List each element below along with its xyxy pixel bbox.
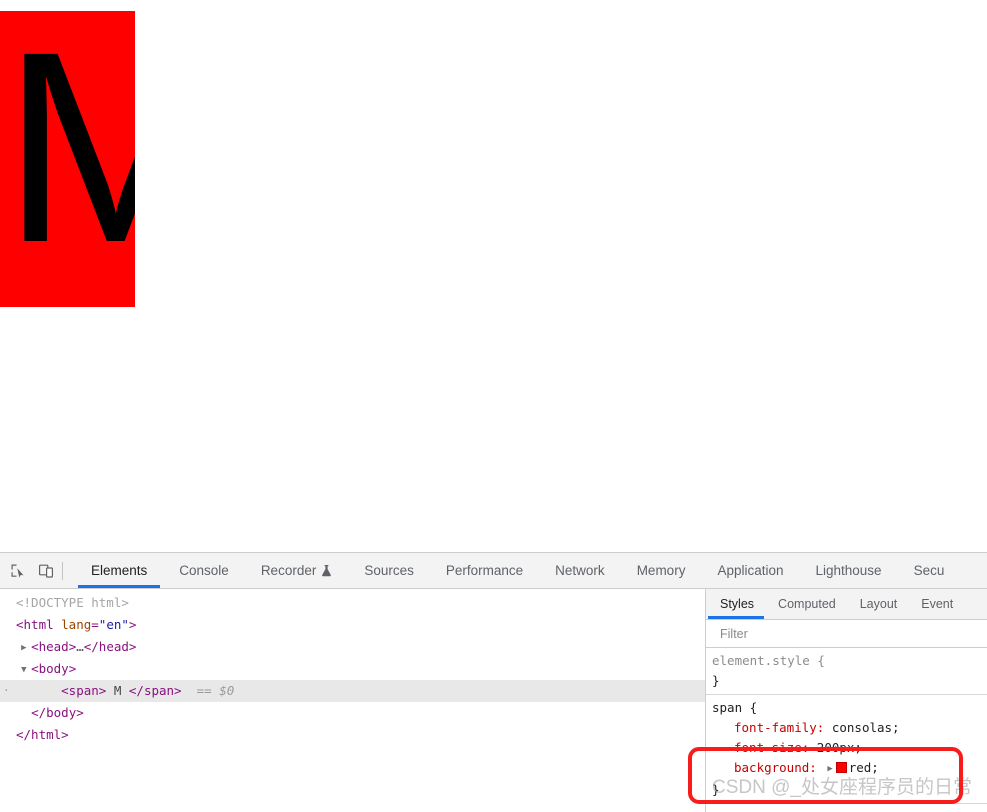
dom-row-indent (6, 661, 21, 676)
dom-token: > (128, 617, 137, 632)
dom-token: <!DOCTYPE html> (16, 595, 129, 610)
experiment-flask-icon (321, 564, 332, 577)
tab-lighthouse[interactable]: Lighthouse (800, 553, 898, 588)
dom-row-indent (6, 705, 21, 720)
tab-memory[interactable]: Memory (621, 553, 702, 588)
tab-security-label: Secu (913, 563, 945, 578)
devtools-tabs: Elements Console Recorder Sources Perfor… (75, 553, 960, 588)
tab-recorder[interactable]: Recorder (245, 553, 349, 588)
tab-sources[interactable]: Sources (348, 553, 430, 588)
devtools-tool-icons (0, 553, 75, 588)
tab-event-listeners[interactable]: Event (909, 589, 965, 619)
css-rules-list: element.style {} span {font-family: conso… (706, 648, 987, 804)
tab-styles-label: Styles (720, 597, 755, 611)
dom-tree-row-html-close[interactable]: </html> (0, 724, 705, 746)
css-property-value[interactable]: red; (849, 760, 879, 775)
dom-token: lang (61, 617, 92, 632)
css-declaration-background[interactable]: background: ▶ red; (712, 758, 987, 780)
css-rule-close-brace: } (712, 782, 720, 797)
dom-token: <html (16, 617, 62, 632)
css-rule-0[interactable]: element.style {} (706, 648, 987, 695)
css-declaration-font-size[interactable]: font-size: 200px; (712, 738, 987, 758)
dom-token: "en" (98, 617, 129, 632)
inspect-element-icon[interactable] (4, 557, 32, 585)
chevron-right-icon[interactable]: ▶ (824, 759, 835, 779)
viewport-top-margin (0, 0, 987, 11)
tab-performance-label: Performance (445, 563, 524, 578)
dom-token: <body> (31, 661, 77, 676)
dom-tree-row-body-open[interactable]: ▼ <body> (0, 658, 705, 680)
dom-tree-row-span-row[interactable]: · <span> M </span> == $0 (0, 680, 705, 702)
dom-token: </body> (31, 705, 84, 720)
dom-tree-row-head[interactable]: ▶ <head>…</head> (0, 636, 705, 658)
css-property-name[interactable]: background: (734, 760, 824, 775)
tab-application[interactable]: Application (701, 553, 799, 588)
css-property-name[interactable]: font-size: (734, 740, 817, 755)
dom-row-indent (6, 683, 51, 698)
tab-network[interactable]: Network (539, 553, 621, 588)
css-selector[interactable]: element.style { (712, 651, 987, 671)
device-toolbar-icon[interactable] (32, 557, 60, 585)
tab-elements[interactable]: Elements (75, 553, 163, 588)
tab-network-label: Network (555, 563, 605, 578)
styles-filter-input[interactable] (706, 619, 987, 648)
css-declaration-font-family[interactable]: font-family: consolas; (712, 718, 987, 738)
span-letter-m: M (2, 11, 135, 299)
css-property-value[interactable]: 200px; (817, 740, 862, 755)
dom-token: </html> (16, 727, 69, 742)
dom-token: $0 (219, 683, 235, 698)
dom-tree-row-body-close[interactable]: </body> (0, 702, 705, 724)
styles-filter-row (706, 619, 987, 648)
toolbar-divider (62, 561, 63, 580)
dom-tree-pane[interactable]: <!DOCTYPE html> <html lang="en"> ▶ <head>…… (0, 589, 705, 812)
chevron-right-icon[interactable]: ▶ (21, 637, 31, 659)
tab-recorder-label: Recorder (260, 563, 317, 578)
tab-sources-label: Sources (364, 563, 414, 578)
tab-layout-label: Layout (859, 597, 898, 611)
tab-layout[interactable]: Layout (848, 589, 910, 619)
dom-token: </head> (83, 639, 137, 654)
tab-elements-label: Elements (91, 563, 148, 578)
styles-pane: Styles Computed Layout Event element.st (706, 589, 987, 812)
css-rule-close-brace: } (712, 673, 720, 688)
dom-token: = (91, 617, 99, 632)
dom-row-indent (6, 639, 21, 654)
dom-token: <head> (31, 639, 77, 654)
tab-event-listeners-label: Event (921, 597, 954, 611)
tab-computed[interactable]: Computed (766, 589, 848, 619)
css-property-value[interactable]: consolas; (832, 720, 900, 735)
tab-security[interactable]: Secu (898, 553, 961, 588)
screenshot-root: M Elements Console Recorder Sources Perf… (0, 0, 987, 812)
dom-token: <span> (61, 683, 107, 698)
page-viewport: M (0, 0, 987, 552)
tab-console-label: Console (179, 563, 229, 578)
color-swatch[interactable] (835, 762, 847, 773)
tab-computed-label: Computed (778, 597, 836, 611)
tab-performance[interactable]: Performance (430, 553, 539, 588)
dom-tree-row-html-open[interactable]: <html lang="en"> (0, 614, 705, 636)
css-rule-1[interactable]: span {font-family: consolas; font-size: 2… (706, 695, 987, 804)
css-property-name[interactable]: font-family: (734, 720, 832, 735)
dom-token: == (181, 683, 220, 698)
tab-memory-label: Memory (636, 563, 686, 578)
dom-token: </span> (128, 683, 182, 698)
chevron-down-icon[interactable]: ▼ (21, 659, 31, 681)
tab-application-label: Application (717, 563, 784, 578)
tab-console[interactable]: Console (163, 553, 245, 588)
dom-row-bullet: · (3, 684, 10, 697)
devtools-window: Elements Console Recorder Sources Perfor… (0, 552, 987, 812)
tab-lighthouse-label: Lighthouse (815, 563, 882, 578)
dom-tree-row-doctype[interactable]: <!DOCTYPE html> (0, 592, 705, 614)
dom-token: … (76, 639, 84, 654)
devtools-panes: <!DOCTYPE html> <html lang="en"> ▶ <head>…… (0, 589, 987, 812)
css-selector[interactable]: span { (712, 698, 987, 718)
rendered-span-element: M (0, 11, 135, 307)
devtools-tabstrip: Elements Console Recorder Sources Perfor… (0, 553, 987, 589)
dom-token: M (106, 683, 129, 698)
tab-styles[interactable]: Styles (706, 589, 766, 619)
styles-tabstrip: Styles Computed Layout Event (706, 589, 987, 620)
